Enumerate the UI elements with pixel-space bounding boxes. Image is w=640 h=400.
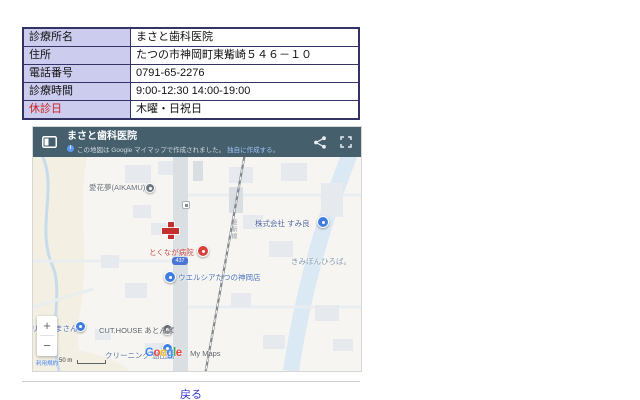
scale-bar — [77, 360, 106, 364]
page: 診療所名 まさと歯科医院 住所 たつの市神岡町東觜崎５４６－１０ 電話番号 07… — [0, 0, 640, 400]
clinic-info-table: 診療所名 まさと歯科医院 住所 たつの市神岡町東觜崎５４６－１０ 電話番号 07… — [22, 27, 360, 120]
fullscreen-icon[interactable] — [340, 136, 352, 148]
poi-label-masan[interactable]: まさん — [55, 324, 78, 333]
row-value-clinic-name: まさと歯科医院 — [130, 27, 360, 47]
railway-line-label: 姫新線 — [230, 219, 236, 240]
my-maps-label: My Maps — [190, 349, 221, 358]
row-label-address: 住所 — [22, 46, 131, 65]
poi-label-sumiryo-company[interactable]: 株式会社 すみ良 — [255, 219, 310, 228]
table-row: 診療所名 まさと歯科医院 — [22, 27, 360, 47]
poi-label-welcia[interactable]: ウエルシアたつの神岡店 — [178, 273, 261, 282]
row-label-closed-days: 休診日 — [22, 100, 131, 120]
marker-sumiryo-company[interactable] — [317, 216, 329, 228]
share-icon[interactable] — [314, 135, 326, 149]
footer-divider — [22, 381, 360, 382]
zoom-out-button[interactable]: − — [37, 336, 57, 355]
attribution-text: この地図は Google マイマップで作成されました。 — [77, 146, 226, 154]
google-letter: e — [175, 347, 182, 359]
poi-label-aikamu[interactable]: 愛花夢(AIKAMU) — [89, 183, 145, 192]
map-header-icons — [314, 135, 352, 149]
marker-welcia[interactable] — [164, 271, 176, 283]
map-title: まさと歯科医院 — [67, 130, 137, 142]
poi-label-cut-house[interactable]: CUT.HOUSE あとんば — [99, 326, 174, 335]
table-row: 電話番号 0791-65-2276 — [22, 64, 360, 83]
attribution-link[interactable]: 独自に作成する。 — [227, 144, 279, 154]
poi-label-tokunaga-hospital[interactable]: とくなが病院 — [149, 248, 194, 257]
map-attribution: i この地図は Google マイマップで作成されました。 独自に作成する。 — [67, 144, 306, 154]
row-value-address: たつの市神岡町東觜崎５４６－１０ — [130, 46, 360, 65]
zoom-controls: + − — [37, 316, 57, 356]
row-label-phone: 電話番号 — [22, 64, 131, 83]
map-card: まさと歯科医院 i この地図は Google マイマップで作成されました。 独自… — [33, 127, 361, 371]
route-shield: 437 — [172, 257, 188, 265]
side-panel-icon[interactable] — [42, 136, 57, 148]
table-row: 診療時間 9:00-12:30 14:00-19:00 — [22, 82, 360, 101]
row-label-clinic-name: 診療所名 — [22, 27, 131, 47]
poi-label-kimibon-square[interactable]: きみぼんひろば。 — [291, 257, 351, 266]
bus-stop-icon[interactable] — [182, 201, 190, 209]
google-watermark[interactable]: Google My Maps — [145, 343, 221, 361]
marker-tokunaga-hospital[interactable] — [197, 245, 209, 257]
table-row: 住所 たつの市神岡町東觜崎５４６－１０ — [22, 46, 360, 65]
back-link[interactable]: 戻る — [22, 386, 360, 400]
map-canvas[interactable]: 437 愛花夢(AIKAMU) とくなが病院 株式会社 すみ良 きみぼんひろば。… — [33, 157, 361, 371]
info-icon: i — [67, 145, 74, 152]
clinic-cross-marker[interactable] — [162, 222, 179, 239]
row-label-hours: 診療時間 — [22, 82, 131, 101]
map-header-text: まさと歯科医院 i この地図は Google マイマップで作成されました。 独自… — [67, 131, 306, 154]
zoom-in-button[interactable]: + — [37, 316, 57, 335]
map-header: まさと歯科医院 i この地図は Google マイマップで作成されました。 独自… — [33, 127, 361, 157]
row-value-hours: 9:00-12:30 14:00-19:00 — [130, 82, 360, 101]
terms-link[interactable]: 利用規約 — [36, 359, 58, 367]
table-row: 休診日 木曜・日祝日 — [22, 100, 360, 120]
row-value-phone: 0791-65-2276 — [130, 64, 360, 83]
scale-label: 50 m — [59, 358, 73, 364]
row-value-closed-days: 木曜・日祝日 — [130, 100, 360, 120]
marker-aikamu[interactable] — [145, 183, 155, 193]
